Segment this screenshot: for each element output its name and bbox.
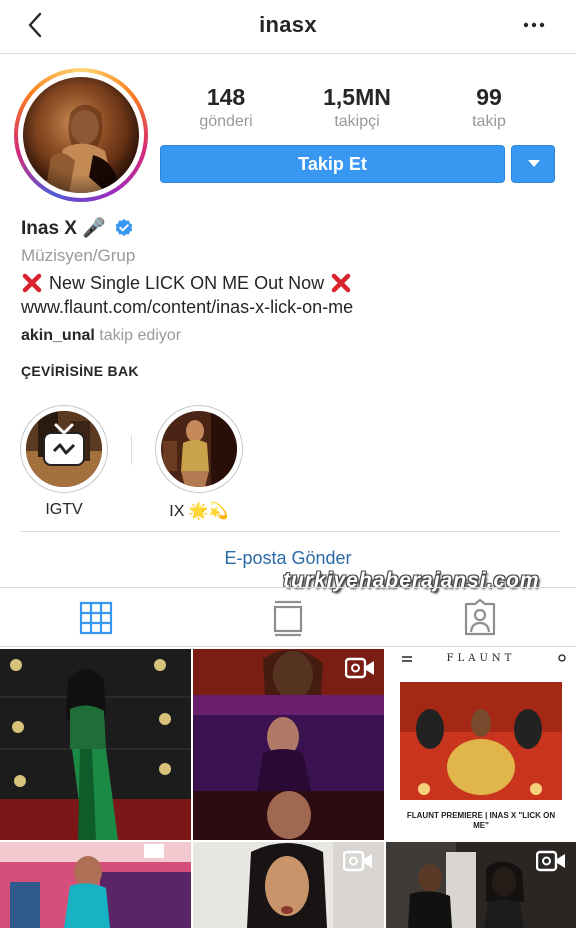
grid-icon[interactable] xyxy=(76,599,116,637)
feed-icon[interactable] xyxy=(268,599,308,637)
display-name: Inas X 🎤 xyxy=(21,218,106,239)
follow-button[interactable]: Takip Et xyxy=(160,145,505,183)
website-link[interactable]: www.flaunt.com/content/inas-x-lick-on-me xyxy=(21,297,561,321)
highlight-ring xyxy=(20,405,108,493)
stat-following-label: takip xyxy=(472,113,506,130)
video-camera-icon xyxy=(345,657,374,679)
followed-by-text: takip ediyor xyxy=(99,327,182,344)
video-camera-icon xyxy=(536,850,565,872)
watermark-text: turkiyehaberajansi.com xyxy=(283,569,540,592)
highlight-cover xyxy=(161,411,237,487)
post-thumbnail[interactable]: FLAUNT FLAUNT PREMIERE | INAS X "LICK ON… xyxy=(386,649,576,840)
post-thumbnail[interactable] xyxy=(193,649,384,840)
verified-badge-icon xyxy=(115,219,133,236)
post-thumbnail[interactable] xyxy=(193,842,384,928)
stat-posts[interactable]: 148 gönderi xyxy=(166,84,286,131)
post-brand-text: FLAUNT xyxy=(446,653,516,664)
profile-stats: 148 gönderi 1,5MN takipçi 99 takip xyxy=(162,84,562,136)
stat-followers-count: 1,5MN xyxy=(323,84,391,110)
stat-following[interactable]: 99 takip xyxy=(429,84,549,131)
video-camera-icon xyxy=(343,850,372,872)
profile-username-title: inasx xyxy=(259,12,317,37)
stat-following-count: 99 xyxy=(476,84,502,110)
highlight-divider xyxy=(131,435,132,465)
highlight-igtv[interactable]: IGTV xyxy=(19,405,109,519)
highlight-label: IX 🌟💫 xyxy=(169,503,229,520)
red-cross-icon xyxy=(22,273,42,293)
tagged-person-icon[interactable] xyxy=(460,599,500,637)
highlight-label: IGTV xyxy=(45,501,83,518)
highlight-ix[interactable]: IX 🌟💫 xyxy=(154,405,244,521)
stat-posts-count: 148 xyxy=(206,84,246,110)
top-bar: inasx xyxy=(0,0,576,54)
followed-by-username[interactable]: akin_unal xyxy=(21,327,95,344)
stat-followers-label: takipçi xyxy=(334,113,380,130)
send-email-button[interactable]: E-posta Gönder xyxy=(0,548,576,569)
stat-followers[interactable]: 1,5MN takipçi xyxy=(297,84,417,131)
divider xyxy=(0,587,576,588)
post-thumbnail[interactable] xyxy=(0,842,191,928)
more-horizontal-icon[interactable] xyxy=(522,13,546,37)
red-cross-icon xyxy=(331,273,351,293)
chevron-down-icon xyxy=(528,160,540,167)
avatar[interactable] xyxy=(23,77,139,193)
highlight-ring xyxy=(155,405,243,493)
divider xyxy=(20,531,560,532)
post-caption-text: FLAUNT PREMIERE | INAS X "LICK ON ME" xyxy=(406,811,556,830)
bio-text: New Single LICK ON ME Out Now xyxy=(49,272,325,293)
stat-posts-label: gönderi xyxy=(199,113,253,130)
avatar-story-ring[interactable] xyxy=(14,68,148,202)
bio-text-line: New Single LICK ON ME Out Now xyxy=(21,271,561,295)
profile-bio: Inas X 🎤 Müzisyen/Grup New Single LICK O… xyxy=(21,214,561,379)
divider xyxy=(0,646,576,647)
highlight-cover xyxy=(26,411,102,487)
suggested-accounts-dropdown-button[interactable] xyxy=(511,145,555,183)
post-thumbnail[interactable] xyxy=(386,842,576,928)
profile-category: Müzisyen/Grup xyxy=(21,246,136,265)
followed-by[interactable]: akin_unal takip ediyor xyxy=(21,327,561,349)
see-translation-link[interactable]: ÇEVİRİSİNE BAK xyxy=(21,363,561,379)
post-thumbnail[interactable] xyxy=(0,649,191,840)
